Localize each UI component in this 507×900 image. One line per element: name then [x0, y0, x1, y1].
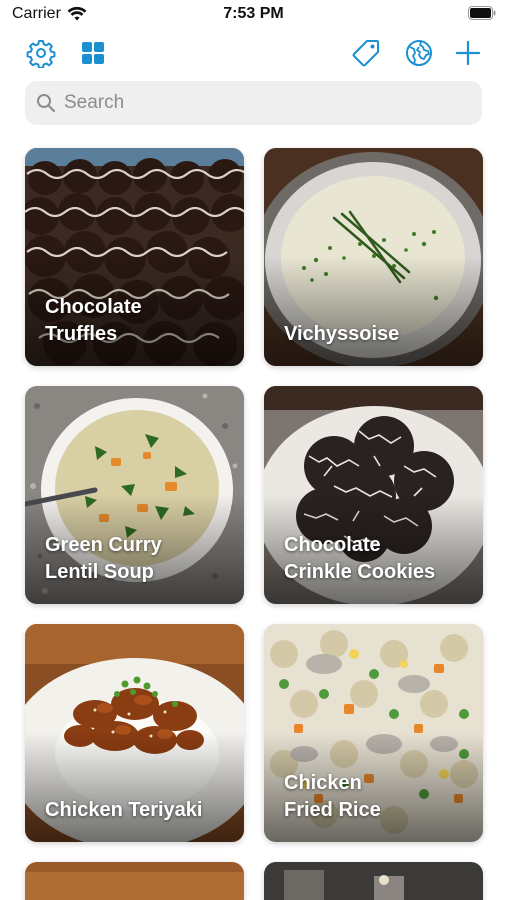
recipe-card-partial[interactable]	[264, 862, 483, 900]
card-shade	[25, 732, 244, 842]
grid-view-button[interactable]	[76, 36, 110, 70]
browse-web-button[interactable]	[402, 36, 436, 70]
recipe-title: Chocolate Crinkle Cookies	[284, 534, 436, 583]
card-shade	[264, 256, 483, 366]
tag-icon	[352, 40, 379, 67]
search-icon	[37, 94, 56, 113]
search-input[interactable]	[64, 92, 464, 114]
recipe-card-chicken-teriyaki[interactable]: Chicken Teriyaki	[25, 624, 244, 842]
gear-icon	[26, 40, 56, 68]
recipe-card-vichyssoise[interactable]: Vichyssoise	[264, 148, 483, 366]
toolbar	[0, 34, 507, 74]
recipe-title: Vichyssoise	[284, 323, 400, 345]
recipe-card-chocolate-truffles[interactable]: Chocolate Truffles	[25, 148, 244, 366]
plus-icon	[455, 40, 481, 66]
settings-button[interactable]	[24, 36, 58, 70]
recipe-title: Chocolate Truffles	[45, 296, 142, 345]
status-time: 7:53 PM	[223, 5, 284, 22]
recipe-card-chicken-fried-rice[interactable]: Chicken Fried Rice	[264, 624, 483, 842]
status-bar: Carrier 7:53 PM	[0, 0, 507, 30]
recipe-photo	[25, 862, 244, 900]
recipe-card-chocolate-crinkle-cookies[interactable]: Chocolate Crinkle Cookies	[264, 386, 483, 604]
globe-icon	[406, 40, 432, 66]
recipe-photo	[264, 862, 483, 900]
recipe-title: Green Curry Lentil Soup	[45, 534, 162, 583]
battery-icon	[468, 6, 496, 20]
tags-button[interactable]	[349, 36, 383, 70]
recipe-card-green-curry-lentil-soup[interactable]: Green Curry Lentil Soup	[25, 386, 244, 604]
recipe-card-partial[interactable]	[25, 862, 244, 900]
grid-icon	[82, 42, 104, 64]
recipe-title: Chicken Teriyaki	[45, 799, 203, 821]
recipe-title: Chicken Fried Rice	[284, 772, 381, 821]
search-bar[interactable]	[25, 81, 482, 125]
add-recipe-button[interactable]	[451, 36, 485, 70]
